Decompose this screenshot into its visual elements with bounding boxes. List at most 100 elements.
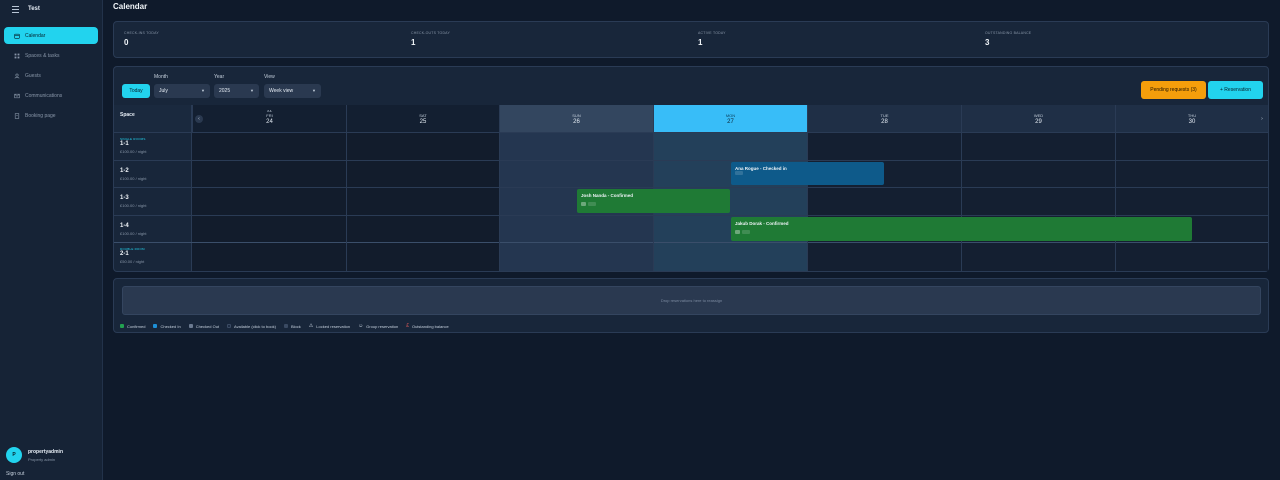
add-reservation-button[interactable]: + Reservation — [1208, 81, 1263, 99]
next-week-button[interactable]: › — [1258, 115, 1266, 123]
sidebar-item-spaces[interactable]: Spaces & tasks — [4, 47, 98, 64]
calendar-grid: Space JUL FRI 24 SAT 25 SUN 26 MON 27 TU… — [114, 105, 1268, 271]
brand-title: Test — [28, 6, 40, 12]
legend: Confirmed Checked In Checked Out Availab… — [120, 323, 457, 329]
day-number: 30 — [1188, 119, 1196, 125]
legend-label: Checked In — [160, 323, 181, 329]
sidebar-item-label: Communications — [25, 92, 63, 99]
sidebar-item-communications[interactable]: Communications — [4, 87, 98, 104]
pending-requests-button[interactable]: Pending requests (3) — [1141, 81, 1206, 99]
unassigned-panel: Drop reservations here to reassign Confi… — [113, 278, 1269, 333]
sidebar-item-label: Guests — [25, 72, 41, 79]
chevron-down-icon: ▼ — [250, 88, 254, 93]
day-header-thu[interactable]: THU 30 — [1115, 105, 1268, 132]
legend-label: Available (click to book) — [234, 323, 276, 329]
room-price: £100.00 / night — [120, 149, 147, 154]
reservation-bar[interactable]: Ana Rogue - Checked in — [731, 162, 884, 185]
room-price: £50.00 / night — [120, 259, 145, 264]
legend-label: Checked Out — [195, 323, 220, 329]
day-name: TUE — [880, 113, 889, 118]
day-header-mon-today[interactable]: MON 27 — [653, 105, 807, 132]
swatch — [153, 324, 158, 328]
legend-label: Block — [291, 323, 301, 329]
reservation-bar[interactable]: Josh Nanda - Confirmed — [577, 189, 730, 213]
sidebar-item-label: Calendar — [25, 32, 46, 39]
day-divider — [346, 132, 347, 271]
stat-value: 3 — [985, 38, 990, 47]
year-select[interactable]: 2025 ▼ — [214, 84, 259, 98]
day-header-tue[interactable]: TUE 28 — [807, 105, 961, 132]
lock-icon: ⚠ — [308, 323, 314, 329]
space-column-header: Space — [114, 105, 192, 132]
reservation-label: Josh Nanda - Confirmed — [581, 193, 634, 198]
day-header-sun[interactable]: SUN 26 — [499, 105, 653, 132]
chevron-right-icon: › — [1261, 116, 1263, 122]
room-name: 1-1 — [120, 141, 129, 147]
legend-available: Available (click to book) — [227, 324, 276, 329]
day-header-sat[interactable]: SAT 25 — [346, 105, 499, 132]
month-select[interactable]: July ▼ — [154, 84, 210, 98]
room-name: 1-2 — [120, 168, 129, 174]
chevron-left-icon: ‹ — [198, 116, 200, 122]
stat-active: ACTIVE TODAY 1 — [698, 31, 726, 47]
swatch — [120, 324, 124, 328]
sidebar-item-calendar[interactable]: Calendar — [4, 27, 98, 44]
stat-label: CHECK-OUTS TODAY — [411, 31, 450, 35]
swatch — [227, 324, 232, 328]
day-header-wed[interactable]: WED 29 — [961, 105, 1115, 132]
day-name: FRI — [266, 113, 273, 118]
stat-value: 0 — [124, 38, 129, 47]
legend-checked-in: Checked In — [153, 323, 181, 329]
room-price: £100.00 / night — [120, 203, 147, 208]
avatar: P — [6, 447, 22, 463]
sidebar-item-booking-page[interactable]: Booking page — [4, 107, 98, 124]
user-role: Property admin — [28, 456, 56, 462]
room-label: 1-4 £100.00 / night — [114, 216, 192, 242]
room-label: SINGLE ROOMS 1-1 £100.00 / night — [114, 133, 192, 160]
reservation-label: Jakub Dorak - Confirmed — [735, 221, 789, 226]
sidebar: Test Calendar Spaces & tasks Guests Comm… — [0, 0, 103, 480]
stats-panel: CHECK-INS TODAY 0 CHECK-OUTS TODAY 1 ACT… — [113, 21, 1269, 58]
day-header-fri[interactable]: JUL FRI 24 — [192, 105, 346, 132]
day-number: 26 — [573, 119, 580, 125]
page-title: Calendar — [113, 2, 148, 11]
today-button[interactable]: Today — [122, 84, 150, 98]
room-label: 1-3 £100.00 / night — [114, 188, 192, 215]
day-divider — [1115, 132, 1116, 271]
chevron-down-icon: ▼ — [312, 88, 316, 93]
stat-checkouts: CHECK-OUTS TODAY 1 — [411, 31, 450, 47]
view-select[interactable]: Week view ▼ — [264, 84, 321, 98]
legend-confirmed: Confirmed — [120, 324, 145, 329]
room-label: DOUBLE ROOM 2-1 £50.00 / night — [114, 243, 192, 271]
balance-icon: £ — [406, 323, 409, 329]
brand: Test — [12, 3, 40, 15]
sidebar-nav: Calendar Spaces & tasks Guests Communica… — [4, 27, 98, 127]
legend-group: ☺ Group reservation — [358, 323, 398, 329]
day-name: MON — [725, 113, 736, 118]
page-icon — [14, 112, 20, 119]
reservation-bar[interactable]: Jakub Dorak - Confirmed — [731, 217, 1192, 241]
legend-outstanding-balance: £ Outstanding balance — [406, 323, 448, 329]
day-number: 27 — [727, 119, 734, 125]
reservation-dropzone[interactable]: Drop reservations here to reassign — [122, 286, 1261, 315]
sign-out-link[interactable]: Sign out — [6, 471, 24, 477]
user-profile[interactable]: P propertyadmin Property admin — [6, 447, 63, 463]
day-name: THU — [1187, 113, 1197, 118]
day-number: 29 — [1035, 119, 1042, 125]
legend-label: Outstanding balance — [411, 323, 449, 329]
reservation-tag — [588, 202, 596, 206]
stat-label: ACTIVE TODAY — [698, 31, 726, 35]
swatch — [284, 324, 288, 328]
day-name: WED — [1033, 113, 1044, 118]
menu-icon[interactable] — [12, 5, 19, 13]
day-number: 24 — [266, 119, 273, 125]
prev-week-button[interactable]: ‹ — [195, 115, 203, 123]
group-icon — [735, 230, 740, 234]
mail-icon — [14, 93, 20, 98]
grid-icon — [14, 53, 20, 58]
room-row: 1-2 £100.00 / night — [114, 160, 1268, 187]
stat-outstanding-balance: OUTSTANDING BALANCE 3 — [985, 31, 1031, 47]
month-select-value: July — [159, 88, 168, 94]
swatch — [188, 324, 193, 328]
sidebar-item-guests[interactable]: Guests — [4, 67, 98, 84]
